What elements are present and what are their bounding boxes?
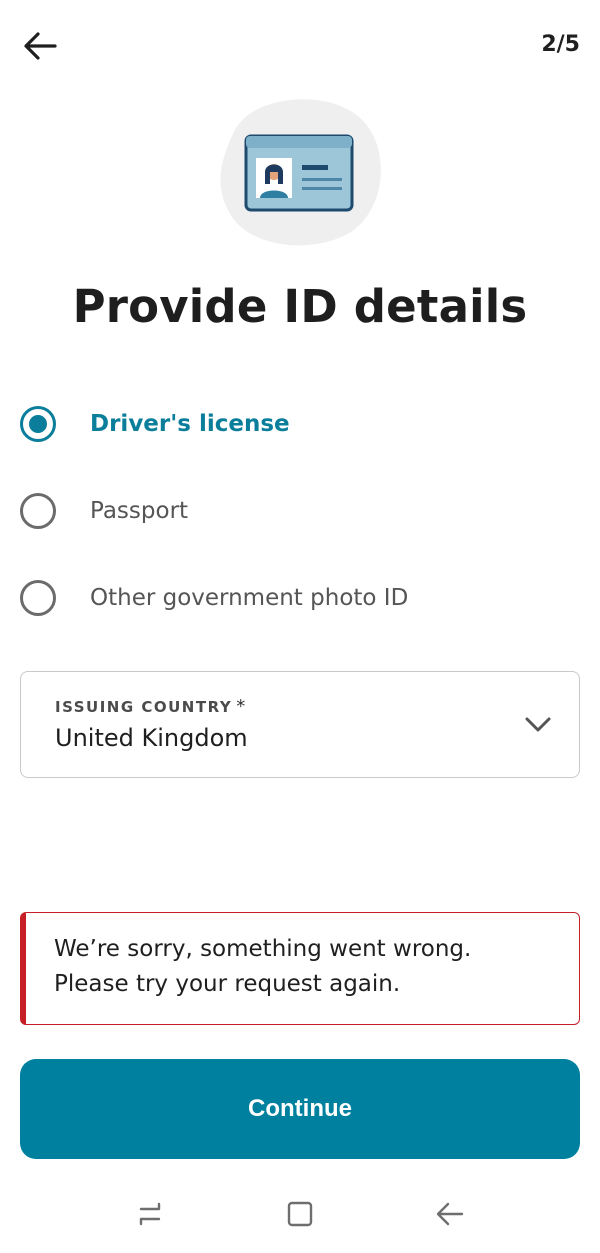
- system-back-button[interactable]: [430, 1196, 470, 1232]
- step-counter: 2/5: [541, 32, 580, 57]
- error-message-line-2: Please try your request again.: [54, 971, 401, 997]
- error-alert: We’re sorry, something went wrong. Pleas…: [20, 912, 580, 1025]
- radio-label: Other government photo ID: [90, 585, 409, 611]
- back-button[interactable]: [20, 26, 60, 66]
- recent-apps-icon: [139, 1202, 161, 1226]
- radio-label: Driver's license: [90, 411, 290, 437]
- id-card-icon: [220, 99, 381, 246]
- id-card-illustration: [214, 92, 386, 248]
- radio-selected-icon[interactable]: [20, 406, 56, 442]
- page-title: Provide ID details: [72, 280, 528, 333]
- required-mark: *: [236, 696, 247, 717]
- system-back-icon: [436, 1202, 464, 1226]
- radio-option-passport[interactable]: Passport: [20, 481, 580, 541]
- system-nav-bar: [0, 1180, 600, 1253]
- radio-option-drivers-license[interactable]: Driver's license: [20, 394, 580, 454]
- home-square-icon: [287, 1201, 313, 1227]
- continue-button[interactable]: Continue: [20, 1059, 580, 1159]
- radio-label: Passport: [90, 498, 189, 524]
- chevron-down-icon[interactable]: [523, 712, 553, 736]
- radio-option-other-id[interactable]: Other government photo ID: [20, 568, 580, 628]
- home-button[interactable]: [280, 1196, 320, 1232]
- error-message-line-1: We’re sorry, something went wrong.: [54, 936, 472, 962]
- recent-apps-button[interactable]: [130, 1196, 170, 1232]
- radio-unselected-icon[interactable]: [20, 580, 56, 616]
- radio-unselected-icon[interactable]: [20, 493, 56, 529]
- back-arrow-icon: [24, 32, 57, 60]
- issuing-country-label: ISSUING COUNTRY *: [55, 696, 247, 717]
- field-label: ISSUING COUNTRY: [55, 698, 233, 716]
- issuing-country-select[interactable]: ISSUING COUNTRY * United Kingdom: [20, 671, 580, 778]
- issuing-country-value: United Kingdom: [55, 724, 248, 752]
